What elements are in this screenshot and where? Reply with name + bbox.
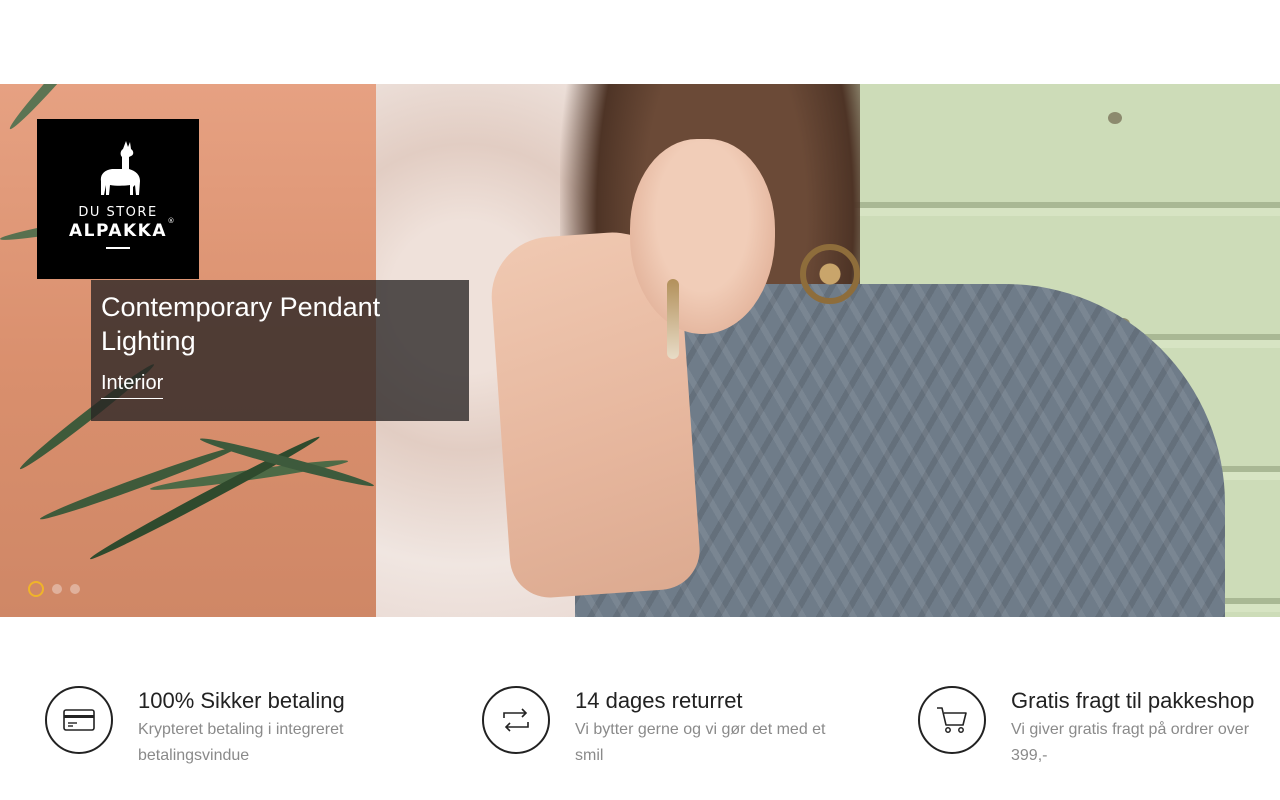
logo-underline xyxy=(106,247,130,249)
feature-secure-payment: 100% Sikker betaling Krypteret betaling … xyxy=(45,686,368,769)
feature-icon-circle xyxy=(918,686,986,754)
feature-description: Vi bytter gerne og vi gør det med et smi… xyxy=(575,721,826,764)
feature-title: 14 dages returret xyxy=(575,688,743,713)
slide-category-link[interactable]: Interior xyxy=(101,371,164,399)
header-bar xyxy=(0,0,1280,84)
logo-text-main: ALPAKKA ® xyxy=(68,217,175,241)
feature-description: Krypteret betaling i integreret betaling… xyxy=(138,721,344,764)
registered-mark: ® xyxy=(167,217,177,225)
slider-pagination xyxy=(28,581,80,597)
slide-caption: Contemporary Pendant Lighting Interior xyxy=(91,280,469,421)
logo-text-top: DU STORE xyxy=(78,205,158,220)
slider-dot-1[interactable] xyxy=(28,581,44,597)
alpaca-icon xyxy=(100,141,140,195)
feature-title: 100% Sikker betaling xyxy=(138,688,345,713)
feature-title: Gratis fragt til pakkeshop xyxy=(1011,688,1255,713)
slide-title: Contemporary Pendant Lighting xyxy=(101,292,381,356)
logo-brand-name: ALPAKKA xyxy=(68,221,168,241)
feature-icon-circle xyxy=(482,686,550,754)
feature-icon-circle xyxy=(45,686,113,754)
feature-free-shipping: Gratis fragt til pakkeshop Vi giver grat… xyxy=(918,686,1254,769)
slider-dot-3[interactable] xyxy=(70,584,80,594)
brand-logo[interactable]: DU STORE ALPAKKA ® xyxy=(37,119,199,279)
slider-dot-2[interactable] xyxy=(52,584,62,594)
credit-card-icon xyxy=(63,709,95,731)
hero-slider[interactable]: DU STORE ALPAKKA ® Contemporary Pendant … xyxy=(0,84,1280,617)
return-arrows-icon xyxy=(503,708,529,732)
feature-returns: 14 dages returret Vi bytter gerne og vi … xyxy=(482,686,830,769)
shopping-cart-icon xyxy=(937,707,967,733)
features-section: 100% Sikker betaling Krypteret betaling … xyxy=(0,617,1280,800)
feature-description: Vi giver gratis fragt på ordrer over 399… xyxy=(1011,721,1250,764)
